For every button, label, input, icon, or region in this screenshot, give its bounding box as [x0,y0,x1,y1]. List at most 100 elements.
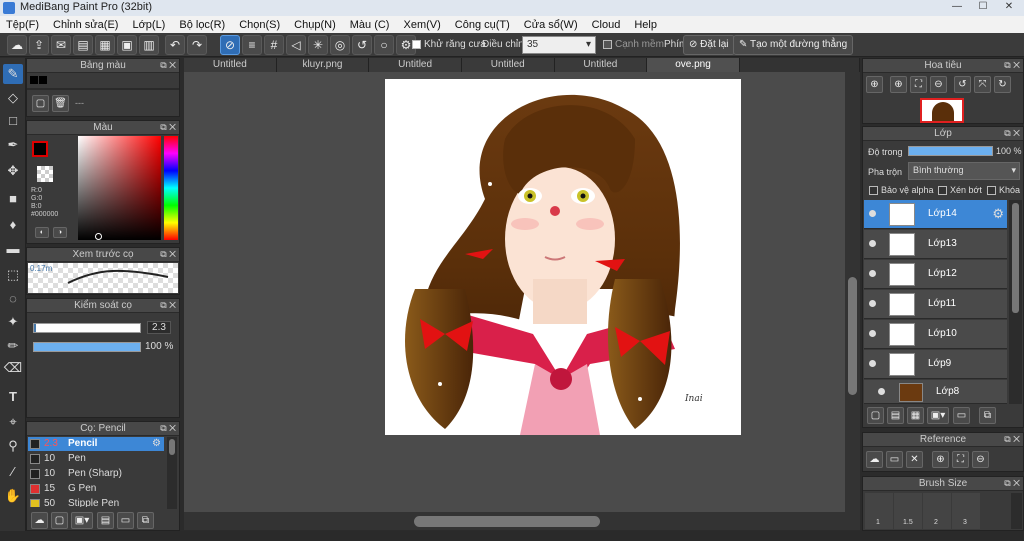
layer-scrollbar[interactable] [1009,200,1022,404]
tab-untitled[interactable]: Untitled [184,58,277,72]
eye-icon[interactable] [878,388,885,395]
comment-icon[interactable]: ✉ [51,35,71,55]
panel-close-icon[interactable]: ⧉ ✕ [1004,59,1020,72]
correction-select[interactable]: 35 ▾ [522,36,596,54]
brush-item[interactable]: 10 Pen (Sharp) [28,467,164,481]
panel-close-icon[interactable]: ⧉ ✕ [160,422,176,435]
cross-snap-icon[interactable]: # [264,35,284,55]
layer-row[interactable]: Lớp8 [864,380,1007,404]
rotate-right-icon[interactable]: ↻ [994,76,1011,93]
folder-icon[interactable]: ▭ [117,512,134,529]
layer-row[interactable]: Lớp13 [864,230,1007,259]
zoom-out-icon[interactable]: ⊖ [972,451,989,468]
eraser-tool-icon[interactable]: ◇ [3,88,23,108]
pipette-tool-icon[interactable]: ⁄ [3,462,23,482]
menu-layer[interactable]: Lớp(L) [130,19,167,31]
layer-row[interactable]: Lớp14 ⚙ [864,200,1007,229]
new-1bit-layer-icon[interactable]: ▦ [907,407,924,424]
brush-size-value[interactable]: 2.3 [147,321,171,334]
blend-mode-select[interactable]: Bình thường ▾ [908,162,1020,180]
minimize-icon[interactable]: — [944,0,970,14]
tab-kluyr[interactable]: kluyr.png [276,58,370,72]
brush-item[interactable]: 2.3 Pencil ⚙ [28,437,164,451]
vanish-snap-icon[interactable]: ◁ [286,35,306,55]
straight-line-button[interactable]: ✎ Tạo một đường thẳng [733,35,854,55]
panel-close-icon[interactable]: ⧉ ✕ [1004,477,1020,490]
panel-close-icon[interactable]: ⧉ ✕ [1004,127,1020,140]
new-page-icon[interactable]: ▢ [32,95,49,112]
palette-swatch[interactable] [30,76,38,84]
hue-slider[interactable] [164,136,178,240]
gear-icon[interactable]: ⚙ [152,437,161,451]
redo-icon[interactable]: ↷ [187,35,207,55]
menu-window[interactable]: Cửa sổ(W) [522,19,580,31]
scroll-thumb[interactable] [848,277,857,395]
saturation-value-picker[interactable] [78,136,161,240]
tab-untitled[interactable]: Untitled [554,58,648,72]
menu-filter[interactable]: Bộ lọc(R) [177,19,227,31]
brush-item[interactable]: 10 Pen [28,452,164,466]
duplicate-icon[interactable]: ⧉ [137,512,154,529]
divide-tool-icon[interactable]: ⌖ [3,412,23,432]
zoom-in-icon[interactable]: ⊕ [932,451,949,468]
close-icon[interactable]: ✕ [996,0,1022,14]
undo-icon[interactable]: ↶ [165,35,185,55]
lock-checkbox[interactable] [987,186,996,196]
scroll-thumb[interactable] [1012,203,1019,313]
folder-icon[interactable]: ▭ [953,407,970,424]
fit-window-icon[interactable]: ⛶ [952,451,969,468]
pen-tool-icon[interactable]: ✒ [3,135,23,155]
clip-checkbox[interactable] [938,186,947,196]
layer-row[interactable]: Lớp9 [864,350,1007,379]
eye-icon[interactable] [869,270,876,277]
scroll-thumb[interactable] [414,516,600,527]
brush-list-scrollbar[interactable] [167,437,177,509]
document-icon[interactable]: ▦ [95,35,115,55]
duplicate-icon[interactable]: ⧉ [979,407,996,424]
ring-snap-icon[interactable]: ○ [374,35,394,55]
new-halftone-layer-icon[interactable]: ▤ [887,407,904,424]
protect-alpha-checkbox[interactable] [869,186,878,196]
page-icon[interactable]: ▤ [73,35,93,55]
menu-help[interactable]: Help [632,19,659,31]
size-preset[interactable]: 2 [923,493,951,529]
rotate-left-icon[interactable]: ↺ [954,76,971,93]
tab-untitled[interactable]: Untitled [369,58,462,72]
size-preset[interactable]: 1.5 [894,493,922,529]
color-option-icon[interactable]: ◐ [35,227,49,238]
panel-close-icon[interactable]: ⧉ ✕ [160,59,176,72]
magic-wand-icon[interactable]: ✦ [3,312,23,332]
navigator-thumbnail[interactable] [920,98,964,123]
brush-size-slider[interactable] [33,323,141,333]
layer-row[interactable]: Lớp10 [864,320,1007,349]
zoom-in-icon[interactable]: ⊕ [890,76,907,93]
panel-close-icon[interactable]: ⧉ ✕ [160,248,176,261]
artwork-canvas[interactable]: Inai [385,79,741,435]
panel-close-icon[interactable]: ⧉ ✕ [160,299,176,312]
dot-tool-icon[interactable]: □ [3,111,23,131]
antialias-checkbox[interactable] [412,39,421,49]
color-option-icon[interactable]: ◑ [53,227,67,238]
foreground-color[interactable] [32,141,48,157]
brush-settings-icon[interactable]: ▤ [97,512,114,529]
fit-window-icon[interactable]: ⛶ [910,76,927,93]
eye-icon[interactable] [869,210,876,217]
radial-snap-icon[interactable]: ✳ [308,35,328,55]
new-layer-icon[interactable]: ▢ [867,407,884,424]
hand-tool-icon[interactable]: ✋ [3,486,23,506]
layer-row[interactable]: Lớp11 [864,290,1007,319]
share-icon[interactable]: ⇪ [29,35,49,55]
clip-option[interactable]: Xén bớt [938,185,982,196]
protect-alpha-option[interactable]: Bảo vệ alpha [869,185,934,196]
panel-close-icon[interactable]: ⧉ ✕ [1004,433,1020,446]
eye-icon[interactable] [869,240,876,247]
menu-view[interactable]: Xem(V) [401,19,442,31]
trash-icon[interactable]: 🗑 [52,95,69,112]
eyedropper-tool-icon[interactable]: ⚲ [3,436,23,456]
open-folder-icon[interactable]: ▭ [886,451,903,468]
text-tool-icon[interactable]: T [3,387,23,407]
eye-icon[interactable] [869,360,876,367]
canvas-vertical-scrollbar[interactable] [845,72,860,512]
scroll-thumb[interactable] [169,439,175,455]
palette-swatch[interactable] [39,76,47,84]
